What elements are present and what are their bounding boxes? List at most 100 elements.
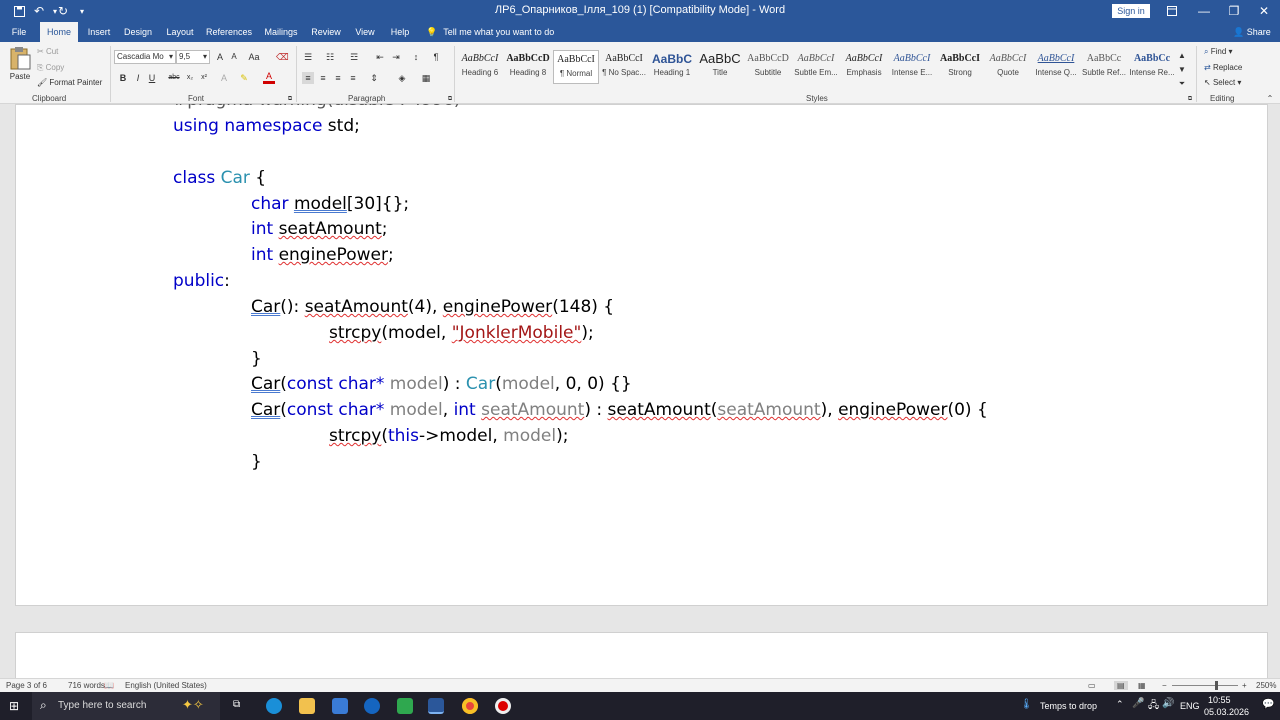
edge-icon[interactable] bbox=[266, 698, 282, 714]
word-icon[interactable] bbox=[428, 698, 444, 714]
cut-button[interactable]: ✂ Cut bbox=[37, 47, 58, 56]
copy-button[interactable]: ⎘ Copy bbox=[37, 63, 64, 73]
customize-toolbar-icon[interactable]: ▾ bbox=[73, 3, 91, 19]
document-page[interactable]: #pragma warning(disable : 4996) using na… bbox=[15, 104, 1268, 606]
increase-indent-icon[interactable]: ⇥ bbox=[390, 51, 402, 63]
file-explorer-icon[interactable] bbox=[299, 698, 315, 714]
style-gallery-item[interactable]: AaBbCcI Subtle Em... bbox=[793, 50, 839, 84]
tab-mailings[interactable]: Mailings bbox=[262, 22, 300, 42]
clock-date[interactable]: 05.03.2026 bbox=[1204, 707, 1249, 717]
grow-font-icon[interactable]: A bbox=[214, 51, 226, 63]
style-gallery-item[interactable]: AaBbC Heading 1 bbox=[649, 50, 695, 84]
style-gallery-item[interactable]: AaBbCcI Intense E... bbox=[889, 50, 935, 84]
subscript-icon[interactable]: x₂ bbox=[184, 72, 196, 84]
shrink-font-icon[interactable]: A bbox=[228, 51, 240, 63]
chevron-up-icon[interactable]: ⌃ bbox=[1116, 699, 1124, 710]
strikethrough-icon[interactable]: abc bbox=[168, 72, 180, 84]
restore-icon[interactable]: ❐ bbox=[1222, 2, 1246, 20]
sort-icon[interactable]: ↕ bbox=[410, 51, 422, 63]
tab-references[interactable]: References bbox=[206, 22, 252, 42]
document-page-next[interactable] bbox=[15, 632, 1268, 678]
windows-start-icon[interactable]: ⊞ bbox=[9, 699, 19, 713]
task-view-icon[interactable]: ⧉ bbox=[233, 699, 240, 710]
close-icon[interactable]: ✕ bbox=[1252, 2, 1276, 20]
italic-icon[interactable]: I bbox=[132, 72, 144, 84]
microphone-icon[interactable]: 🎤 bbox=[1132, 698, 1144, 709]
zoom-slider[interactable] bbox=[1172, 685, 1238, 686]
font-name-select[interactable]: Cascadia Mo ▾ bbox=[114, 50, 176, 64]
zoom-out-icon[interactable]: − bbox=[1162, 681, 1167, 690]
share-button[interactable]: 👤 Share bbox=[1233, 22, 1271, 42]
clear-formatting-icon[interactable]: ⌫ bbox=[276, 51, 289, 63]
record-icon[interactable] bbox=[495, 698, 511, 714]
show-formatting-icon[interactable]: ¶ bbox=[430, 51, 442, 63]
bold-icon[interactable]: B bbox=[117, 72, 129, 84]
language-indicator[interactable]: English (United States) bbox=[125, 681, 207, 690]
superscript-icon[interactable]: x² bbox=[198, 72, 210, 84]
network-icon[interactable]: 🖧 bbox=[1148, 698, 1159, 715]
style-gallery-item[interactable]: AaBbCc Subtle Ref... bbox=[1081, 50, 1127, 84]
numbering-icon[interactable]: ☷ bbox=[324, 51, 336, 63]
justify-icon[interactable]: ≡ bbox=[347, 72, 359, 84]
zoom-thumb[interactable] bbox=[1215, 681, 1218, 690]
align-right-icon[interactable]: ≡ bbox=[332, 72, 344, 84]
style-gallery-item[interactable]: AaBbCc Intense Re... bbox=[1129, 50, 1175, 84]
align-left-icon[interactable]: ≡ bbox=[302, 72, 314, 84]
style-gallery-item[interactable]: AaBbCcI Quote bbox=[985, 50, 1031, 84]
gallery-up-icon[interactable]: ▲ bbox=[1176, 50, 1188, 62]
weather-text[interactable]: Temps to drop bbox=[1040, 701, 1097, 711]
line-spacing-icon[interactable]: ⇕ bbox=[368, 72, 380, 84]
zoom-level[interactable]: 250% bbox=[1256, 681, 1276, 690]
redo-icon[interactable]: ↻ bbox=[54, 3, 72, 19]
style-gallery-item[interactable]: AaBbCcD Subtitle bbox=[745, 50, 791, 84]
style-gallery-item[interactable]: AaBbCcI ¶ No Spac... bbox=[601, 50, 647, 84]
gallery-more-icon[interactable]: ⏷ bbox=[1176, 78, 1188, 90]
clock-time[interactable]: 10:55 bbox=[1208, 695, 1231, 705]
bullets-icon[interactable]: ☰ bbox=[302, 51, 314, 63]
chrome-icon[interactable] bbox=[462, 698, 478, 714]
taskbar-search[interactable]: ⌕ Type here to search ✦✧ bbox=[32, 692, 220, 720]
minimize-icon[interactable]: — bbox=[1192, 2, 1216, 20]
tab-home[interactable]: Home bbox=[40, 22, 78, 42]
style-gallery-item[interactable]: AaBbCcI Emphasis bbox=[841, 50, 887, 84]
style-gallery-item[interactable]: AaBbCcD Heading 8 bbox=[505, 50, 551, 84]
web-layout-icon[interactable]: ▦ bbox=[1138, 681, 1146, 690]
select-button[interactable]: ↖ Select ▾ bbox=[1204, 78, 1241, 87]
shading-icon[interactable]: ◈ bbox=[396, 72, 408, 84]
sign-in-button[interactable]: Sign in bbox=[1112, 4, 1150, 18]
style-gallery-item[interactable]: AaBbC Title bbox=[697, 50, 743, 84]
tab-review[interactable]: Review bbox=[310, 22, 342, 42]
align-center-icon[interactable]: ≡ bbox=[317, 72, 329, 84]
language-indicator[interactable]: ENG bbox=[1180, 701, 1200, 711]
tab-design[interactable]: Design bbox=[122, 22, 154, 42]
underline-icon[interactable]: U bbox=[146, 72, 158, 84]
page-count[interactable]: Page 3 of 6 bbox=[6, 681, 47, 690]
style-gallery-item[interactable]: AaBbCcI Strong bbox=[937, 50, 983, 84]
ribbon-display-options-icon[interactable] bbox=[1160, 2, 1184, 20]
decrease-indent-icon[interactable]: ⇤ bbox=[374, 51, 386, 63]
format-painter-button[interactable]: 🖌 Format Painter bbox=[37, 78, 102, 87]
multilevel-list-icon[interactable]: ☲ bbox=[348, 51, 360, 63]
font-color-icon[interactable]: A bbox=[263, 72, 275, 84]
style-gallery-item[interactable]: AaBbCcI ¶ Normal bbox=[553, 50, 599, 84]
proofing-icon[interactable]: 📖 bbox=[104, 681, 114, 690]
style-gallery-item[interactable]: AaBbCcI Heading 6 bbox=[457, 50, 503, 84]
change-case-icon[interactable]: Aa bbox=[248, 51, 260, 63]
highlight-icon[interactable]: ✎ bbox=[238, 72, 250, 84]
gallery-down-icon[interactable]: ▼ bbox=[1176, 64, 1188, 76]
font-size-select[interactable]: 9,5 ▾ bbox=[176, 50, 210, 64]
text-effects-icon[interactable]: A bbox=[218, 72, 230, 84]
volume-icon[interactable]: 🔊 bbox=[1162, 698, 1174, 709]
style-gallery-item[interactable]: AaBbCcI Intense Q... bbox=[1033, 50, 1079, 84]
tab-file[interactable]: File bbox=[6, 22, 32, 42]
replace-button[interactable]: ⇄ Replace bbox=[1204, 63, 1242, 72]
print-layout-icon[interactable]: ▤ bbox=[1114, 681, 1128, 690]
app-icon[interactable] bbox=[397, 698, 413, 714]
tell-me-search[interactable]: 💡 Tell me what you want to do bbox=[426, 22, 554, 42]
read-mode-icon[interactable]: ▭ bbox=[1088, 681, 1096, 690]
tab-insert[interactable]: Insert bbox=[84, 22, 114, 42]
paste-button[interactable]: Paste bbox=[8, 46, 32, 90]
find-button[interactable]: ⌕ Find ▾ bbox=[1204, 47, 1233, 57]
document-area[interactable]: #pragma warning(disable : 4996) using na… bbox=[0, 104, 1280, 678]
outlook-icon[interactable] bbox=[364, 698, 380, 714]
